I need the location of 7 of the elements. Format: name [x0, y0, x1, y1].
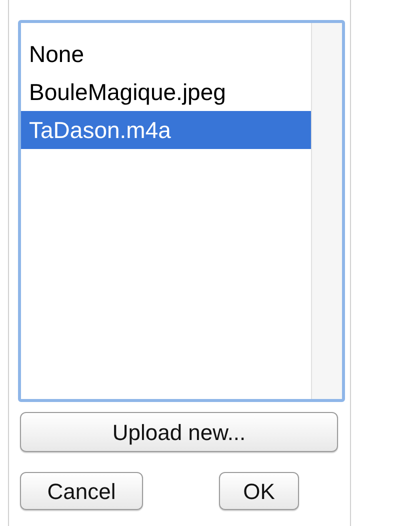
file-list-item[interactable]: None: [21, 35, 311, 73]
file-list-item[interactable]: TaDason.m4a: [21, 111, 311, 149]
upload-button[interactable]: Upload new...: [20, 412, 338, 452]
cancel-button[interactable]: Cancel: [20, 472, 143, 510]
file-list-item[interactable]: BouleMagique.jpeg: [21, 73, 311, 111]
file-list[interactable]: None BouleMagique.jpeg TaDason.m4a: [18, 20, 345, 402]
ok-button[interactable]: OK: [219, 472, 299, 510]
